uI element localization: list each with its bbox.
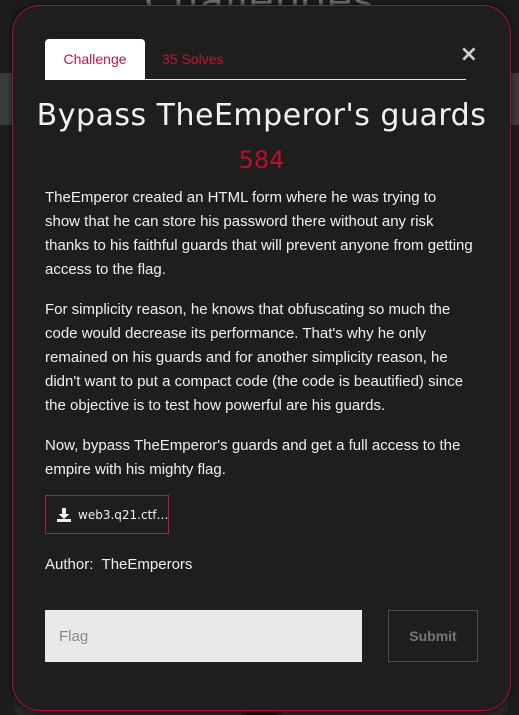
- modal-tabs: Challenge 35 Solves: [45, 39, 466, 80]
- challenge-title: Bypass TheEmperor's guards: [36, 98, 487, 133]
- author-label: Author:: [45, 556, 94, 573]
- author-value: TheEmperors: [101, 556, 193, 573]
- flag-input[interactable]: [45, 610, 362, 662]
- description-paragraph: TheEmperor created an HTML form where he…: [45, 189, 473, 278]
- file-name: web3.q21.ctf…: [78, 507, 169, 522]
- description-paragraph: For simplicity reason, he knows that obf…: [45, 301, 464, 414]
- challenge-modal: × Challenge 35 Solves Bypass TheEmperor'…: [12, 5, 511, 711]
- challenge-description: TheEmperor created an HTML form where he…: [45, 186, 475, 498]
- file-download-button[interactable]: web3.q21.ctf…: [45, 495, 169, 534]
- submit-button[interactable]: Submit: [388, 610, 478, 662]
- download-icon: [57, 507, 71, 522]
- description-paragraph: Now, bypass TheEmperor's guards and get …: [45, 437, 461, 478]
- author-line: Author: TheEmperors: [45, 556, 192, 573]
- challenge-points: 584: [238, 146, 285, 174]
- tab-solves[interactable]: 35 Solves: [146, 39, 239, 80]
- tab-challenge[interactable]: Challenge: [45, 39, 145, 80]
